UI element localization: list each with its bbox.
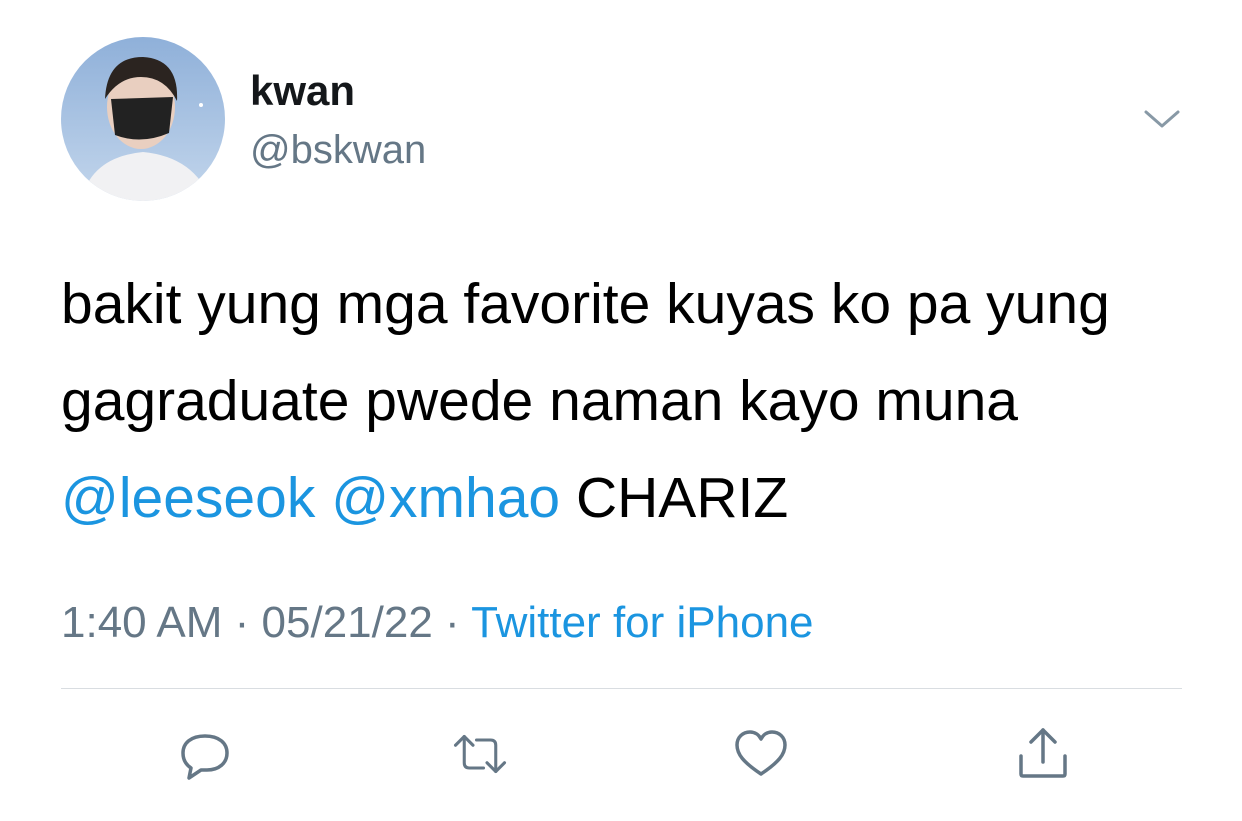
- user-handle[interactable]: @bskwan: [250, 126, 426, 174]
- retweet-icon: [453, 734, 507, 774]
- tweet-date: 05/21/22: [261, 598, 433, 647]
- mention-link[interactable]: @leeseok: [61, 466, 315, 530]
- retweet-button[interactable]: [452, 726, 508, 782]
- display-name[interactable]: kwan: [250, 66, 355, 116]
- avatar-image: [61, 37, 225, 201]
- tweet-text-part: bakit yung mga favorite kuyas ko pa yung…: [61, 272, 1110, 433]
- tweet-text-space: [315, 466, 331, 530]
- tweet-source-link[interactable]: Twitter for iPhone: [471, 598, 813, 647]
- chevron-down-icon[interactable]: [1140, 102, 1184, 134]
- tweet-metadata: 1:40 AM · 05/21/22 · Twitter for iPhone: [61, 595, 814, 651]
- divider: [61, 688, 1182, 689]
- tweet-time: 1:40 AM: [61, 598, 223, 647]
- mention-link[interactable]: @xmhao: [331, 466, 560, 530]
- reply-icon: [181, 734, 229, 780]
- tweet-text-part: CHARIZ: [560, 466, 789, 530]
- meta-separator: ·: [222, 598, 262, 647]
- like-button[interactable]: [733, 726, 789, 782]
- avatar[interactable]: [61, 37, 225, 201]
- tweet-text: bakit yung mga favorite kuyas ko pa yung…: [61, 256, 1201, 547]
- meta-separator: ·: [432, 598, 472, 647]
- reply-button[interactable]: [177, 726, 233, 782]
- heart-icon: [735, 730, 787, 776]
- share-icon: [1019, 728, 1067, 778]
- share-button[interactable]: [1015, 726, 1071, 782]
